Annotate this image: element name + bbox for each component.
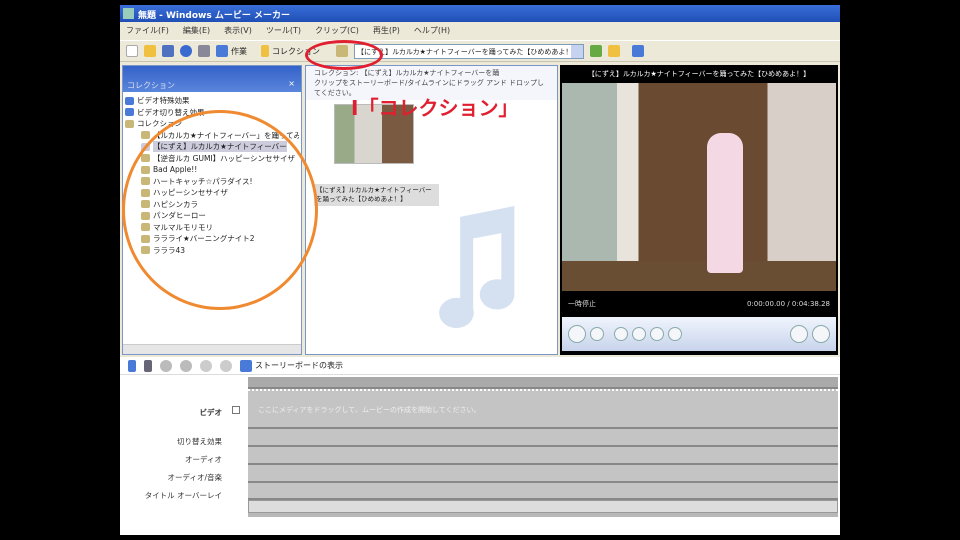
timeline: ストーリーボードの表示 ビデオ 切り替え効果 オーディオ オーディオ/音楽 タイ…: [120, 357, 840, 535]
storyboard-label: ストーリーボードの表示: [255, 361, 343, 370]
collection-select-value: 【にずえ】ルカルカ★ナイトフィーバーを踊ってみた【ひめめあよ！】: [357, 47, 580, 56]
horizontal-scrollbar[interactable]: [123, 344, 301, 354]
zoom-out-icon[interactable]: [180, 359, 192, 372]
snapshot-icon[interactable]: [812, 325, 830, 343]
close-pane-button[interactable]: ×: [288, 79, 295, 88]
undo-icon[interactable]: [180, 45, 192, 57]
tasks-button[interactable]: 作業: [216, 45, 247, 57]
show-storyboard-button[interactable]: ストーリーボードの表示: [240, 359, 343, 372]
track-transition: 切り替え効果: [177, 437, 222, 446]
zoom-in-icon[interactable]: [160, 359, 172, 372]
menu-play[interactable]: 再生(P): [373, 25, 400, 35]
rewind-timeline-icon[interactable]: [200, 359, 212, 372]
menu-bar: ファイル(F) 編集(E) 表示(V) ツール(T) クリップ(C) 再生(P)…: [120, 22, 840, 38]
folder-icon: [125, 119, 134, 128]
chevron-down-icon[interactable]: [571, 44, 583, 58]
tree-highlight-circle: [122, 110, 318, 310]
effects-icon: [125, 108, 134, 117]
menu-file[interactable]: ファイル(F): [126, 25, 169, 35]
timeline-toolbar: ストーリーボードの表示: [120, 357, 840, 375]
timeline-scrollbar[interactable]: [248, 500, 838, 513]
dancer: [707, 133, 743, 273]
music-track[interactable]: [248, 465, 838, 483]
track-labels: ビデオ 切り替え効果 オーディオ オーディオ/音楽 タイトル オーバーレイ: [120, 375, 248, 515]
track-audio: オーディオ: [185, 455, 222, 464]
toolbar: 作業 コレクション 【にずえ】ルカルカ★ナイトフィーバーを踊ってみた【ひめめあよ…: [120, 40, 840, 62]
storyboard-icon: [240, 359, 252, 372]
open-icon[interactable]: [144, 45, 156, 57]
redo-icon[interactable]: [198, 45, 210, 57]
collection-content: コレクション: 【にずえ】ルカルカ★ナイトフィーバーを踊 クリップをストーリーボー…: [305, 65, 558, 355]
video-frame: [562, 83, 836, 291]
title-bar: 無題 - Windows ムービー メーカー: [120, 5, 840, 22]
set-audio-levels-icon[interactable]: [128, 359, 136, 372]
expand-track-icon[interactable]: [232, 406, 240, 414]
playback-time: 0:00:00.00 / 0:04:38.28: [746, 300, 830, 308]
play-timeline-icon[interactable]: [220, 359, 232, 372]
tasks-icon: [216, 45, 228, 57]
preview-title: 【にずえ】ルカルカ★ナイトフィーバーを踊ってみた【ひめめあよ！】: [587, 70, 811, 78]
app-icon: [123, 8, 134, 19]
playback-status: 一時停止: [568, 300, 596, 308]
menu-tools[interactable]: ツール(T): [266, 25, 301, 35]
new-icon[interactable]: [126, 45, 138, 57]
up-folder-icon[interactable]: [590, 45, 602, 57]
track-video: ビデオ: [199, 408, 223, 417]
new-folder-icon[interactable]: [608, 45, 620, 57]
save-icon[interactable]: [162, 45, 174, 57]
tree-item[interactable]: ビデオ特殊効果: [125, 95, 299, 107]
menu-help[interactable]: ヘルプ(H): [414, 25, 450, 35]
track-audio-music: オーディオ/音楽: [167, 473, 222, 482]
previous-frame-icon[interactable]: [614, 327, 628, 341]
effects-icon: [125, 96, 134, 105]
collection-select[interactable]: 【にずえ】ルカルカ★ナイトフィーバーを踊ってみた【ひめめあよ！】: [354, 43, 584, 59]
menu-edit[interactable]: 編集(E): [183, 25, 210, 35]
forward-icon[interactable]: [650, 327, 664, 341]
tree-item-label: ビデオ特殊効果: [137, 96, 190, 106]
folder-icon: [141, 131, 150, 140]
track-title-overlay: タイトル オーバーレイ: [144, 491, 222, 500]
rewind-icon[interactable]: [632, 327, 646, 341]
video-track[interactable]: ここにメディアをドラッグして、ムービーの作成を開始してください。: [248, 389, 838, 429]
timeline-tracks[interactable]: ここにメディアをドラッグして、ムービーの作成を開始してください。: [248, 377, 838, 517]
music-note-watermark-icon: [439, 206, 515, 329]
collections-icon: [261, 45, 269, 57]
menu-view[interactable]: 表示(V): [224, 25, 252, 35]
next-frame-icon[interactable]: [668, 327, 682, 341]
annotation-label: I「コレクション」: [351, 96, 519, 120]
window-title: 無題 - Windows ムービー メーカー: [138, 11, 290, 21]
narrate-icon[interactable]: [144, 359, 152, 372]
split-icon[interactable]: [790, 325, 808, 343]
transition-track[interactable]: [248, 429, 838, 447]
playback-controls: [562, 317, 836, 351]
pane-title: コレクション: [127, 81, 175, 90]
audio-track[interactable]: [248, 447, 838, 465]
play-icon[interactable]: [568, 325, 586, 343]
timeline-hint: ここにメディアをドラッグして、ムービーの作成を開始してください。: [258, 406, 481, 414]
clip-caption: 【にずえ】ルカルカ★ナイトフィーバーを踊ってみた【ひめめあよ！】: [314, 184, 439, 206]
views-icon[interactable]: [632, 45, 644, 57]
time-ruler[interactable]: [248, 377, 838, 389]
preview-monitor: 【にずえ】ルカルカ★ナイトフィーバーを踊ってみた【ひめめあよ！】 一時停止 0:0…: [560, 65, 838, 355]
menu-clip[interactable]: クリップ(C): [315, 25, 359, 35]
stop-icon[interactable]: [590, 327, 604, 341]
collection-highlight-circle: [305, 40, 383, 70]
title-overlay-track[interactable]: [248, 483, 838, 500]
tasks-label: 作業: [231, 46, 247, 56]
